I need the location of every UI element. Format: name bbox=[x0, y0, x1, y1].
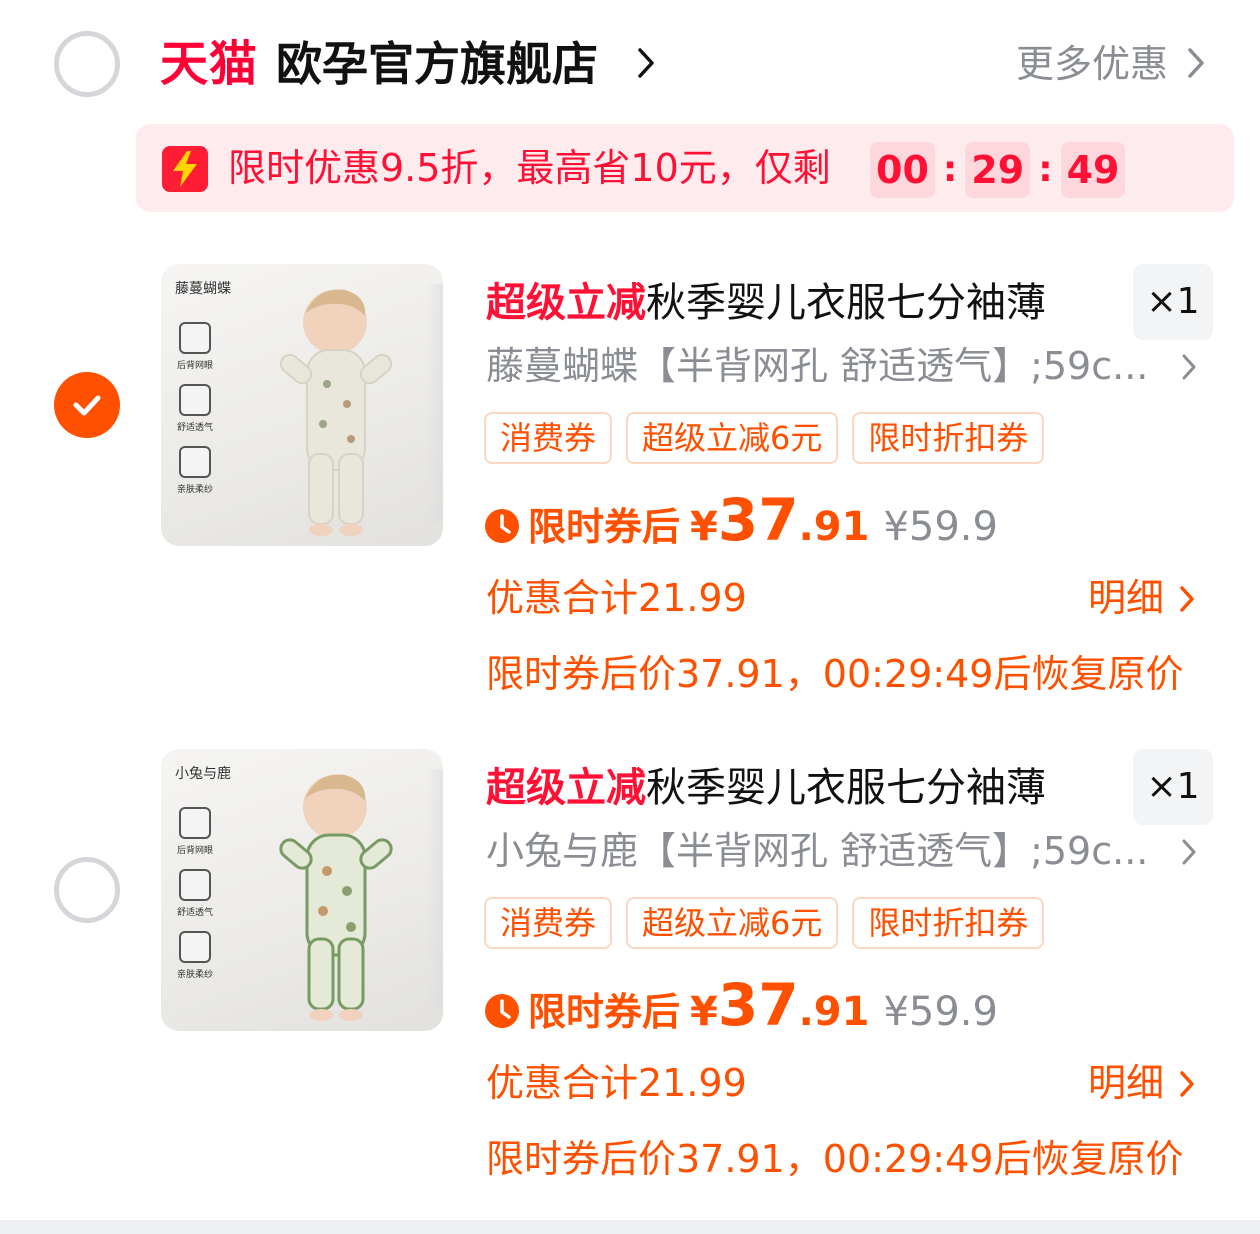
discount-total: 优惠合计21.99 bbox=[486, 1061, 747, 1105]
breathable-icon bbox=[179, 384, 211, 416]
chevron-right-icon[interactable] bbox=[1186, 46, 1206, 80]
breathable-icon bbox=[179, 869, 211, 901]
title-text: 秋季婴儿衣服七分袖薄 bbox=[646, 280, 1046, 326]
more-discount-link[interactable]: 更多优惠 bbox=[1016, 38, 1168, 90]
price-integer: 37 bbox=[717, 486, 799, 554]
promo-text: 限时优惠9.5折，最高省10元，仅剩 bbox=[228, 146, 831, 190]
feature-label: 后背网眼 bbox=[176, 846, 213, 856]
countdown-timer: 00 : 29 : 49 bbox=[870, 142, 1126, 198]
feature-badge: 后背网眼 bbox=[177, 322, 213, 371]
chevron-right-icon[interactable] bbox=[636, 46, 656, 80]
price-decimal: .91 bbox=[798, 504, 870, 550]
coupon-tag: 消费券 bbox=[484, 897, 613, 949]
price-integer: 37 bbox=[717, 971, 799, 1039]
background-decoration bbox=[427, 284, 443, 524]
shop-name-link[interactable]: 欧孕官方旗舰店 bbox=[276, 34, 598, 94]
feature-badge: 舒适透气 bbox=[177, 384, 213, 433]
feature-label: 舒适透气 bbox=[176, 908, 213, 918]
feature-label: 亲肤柔纱 bbox=[176, 485, 213, 495]
feature-badge: 亲肤柔纱 bbox=[177, 446, 213, 495]
timer-hours: 00 bbox=[870, 142, 935, 198]
price-row: 限时券后 ¥37.91 ¥59.9 bbox=[484, 971, 998, 1041]
cart-item: 小兔与鹿 后背网眼 舒适透气 亲肤柔纱 超级立减秋季婴儿衣服七分袖薄 ×1 小兔… bbox=[0, 749, 1260, 1219]
product-title[interactable]: 超级立减秋季婴儿衣服七分袖薄 bbox=[486, 761, 1046, 815]
quantity-stepper[interactable]: ×1 bbox=[1133, 264, 1213, 340]
shop-header: 天猫 欧孕官方旗舰店 更多优惠 bbox=[160, 28, 1220, 100]
variant-tag: 藤蔓蝴蝶 bbox=[175, 281, 231, 297]
feature-label: 后背网眼 bbox=[176, 361, 213, 371]
feature-badge: 舒适透气 bbox=[177, 869, 213, 918]
coupon-tag: 限时折扣券 bbox=[852, 897, 1045, 949]
discount-total: 优惠合计21.99 bbox=[486, 576, 747, 620]
clock-icon bbox=[485, 994, 519, 1028]
chevron-right-icon[interactable] bbox=[1180, 352, 1198, 382]
product-image[interactable]: 小兔与鹿 后背网眼 舒适透气 亲肤柔纱 bbox=[161, 749, 443, 1031]
product-image[interactable]: 藤蔓蝴蝶 后背网眼 舒适透气 亲肤柔纱 bbox=[161, 264, 443, 546]
soft-fabric-icon bbox=[179, 931, 211, 963]
coupon-tag: 超级立减6元 bbox=[626, 412, 839, 464]
background-decoration bbox=[427, 769, 443, 1009]
feature-label: 舒适透气 bbox=[176, 423, 213, 433]
timer-minutes: 29 bbox=[965, 142, 1031, 198]
restore-price-note: 限时券后价37.91，00:29:49后恢复原价 bbox=[486, 652, 1184, 696]
title-highlight: 超级立减 bbox=[486, 280, 646, 326]
mesh-icon bbox=[179, 322, 211, 354]
feature-label: 亲肤柔纱 bbox=[176, 970, 213, 980]
coupon-tag: 超级立减6元 bbox=[626, 897, 839, 949]
feature-badge: 后背网眼 bbox=[177, 807, 213, 856]
clock-icon bbox=[485, 509, 519, 543]
shop-select-radio[interactable] bbox=[54, 31, 120, 97]
chevron-right-icon[interactable] bbox=[1180, 837, 1198, 867]
restore-price-note: 限时券后价37.91，00:29:49后恢复原价 bbox=[486, 1137, 1184, 1181]
coupon-tags: 消费券 超级立减6元 限时折扣券 bbox=[484, 412, 1058, 464]
chevron-right-icon[interactable] bbox=[1178, 584, 1196, 614]
price-decimal: .91 bbox=[798, 989, 870, 1035]
price-row: 限时券后 ¥37.91 ¥59.9 bbox=[484, 486, 998, 556]
section-divider bbox=[0, 1220, 1260, 1234]
timer-seconds: 49 bbox=[1060, 142, 1126, 198]
title-text: 秋季婴儿衣服七分袖薄 bbox=[646, 765, 1046, 811]
soft-fabric-icon bbox=[179, 446, 211, 478]
promo-banner: 限时优惠9.5折，最高省10元，仅剩 00 : 29 : 49 bbox=[136, 124, 1234, 212]
cart-item: 藤蔓蝴蝶 后背网眼 舒适透气 亲肤柔纱 超级立减秋季婴儿衣服七分袖薄 ×1 藤蔓… bbox=[0, 264, 1260, 734]
quantity-stepper[interactable]: ×1 bbox=[1133, 749, 1213, 825]
price-label: 限时券后 bbox=[528, 505, 681, 549]
baby-photo bbox=[279, 774, 393, 1021]
title-highlight: 超级立减 bbox=[486, 765, 646, 811]
variant-tag: 小兔与鹿 bbox=[175, 766, 231, 782]
price-label: 限时券后 bbox=[528, 990, 681, 1034]
sku-selector[interactable]: 藤蔓蝴蝶【半背网孔 舒适透气】;59c... bbox=[486, 340, 1176, 392]
chevron-right-icon[interactable] bbox=[1178, 1069, 1196, 1099]
feature-badge: 亲肤柔纱 bbox=[177, 931, 213, 980]
currency-symbol: ¥ bbox=[690, 989, 718, 1035]
coupon-tag: 消费券 bbox=[484, 412, 613, 464]
timer-separator: : bbox=[1038, 149, 1053, 190]
mesh-icon bbox=[179, 807, 211, 839]
tmall-logo: 天猫 bbox=[160, 36, 259, 92]
timer-separator: : bbox=[942, 149, 958, 190]
detail-link[interactable]: 明细 bbox=[1088, 1057, 1164, 1109]
detail-link[interactable]: 明细 bbox=[1088, 572, 1164, 624]
sku-selector[interactable]: 小兔与鹿【半背网孔 舒适透气】;59c... bbox=[486, 825, 1176, 877]
lightning-icon bbox=[162, 146, 208, 192]
coupon-tags: 消费券 超级立减6元 限时折扣券 bbox=[484, 897, 1058, 949]
product-title[interactable]: 超级立减秋季婴儿衣服七分袖薄 bbox=[486, 276, 1046, 330]
original-price: ¥59.9 bbox=[883, 504, 998, 550]
coupon-tag: 限时折扣券 bbox=[852, 412, 1045, 464]
currency-symbol: ¥ bbox=[690, 504, 718, 550]
baby-photo bbox=[279, 289, 393, 536]
original-price: ¥59.9 bbox=[883, 989, 998, 1035]
